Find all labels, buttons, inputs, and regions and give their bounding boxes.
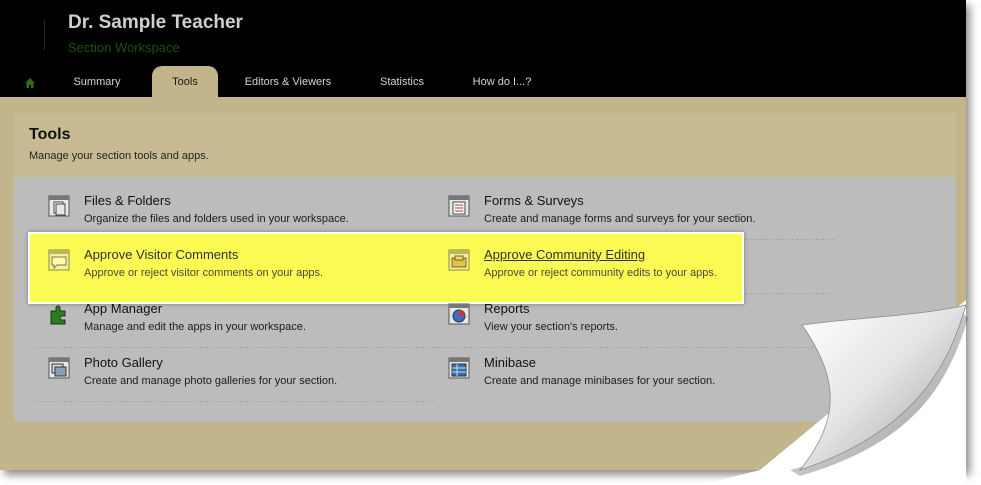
page-curl xyxy=(700,300,968,485)
